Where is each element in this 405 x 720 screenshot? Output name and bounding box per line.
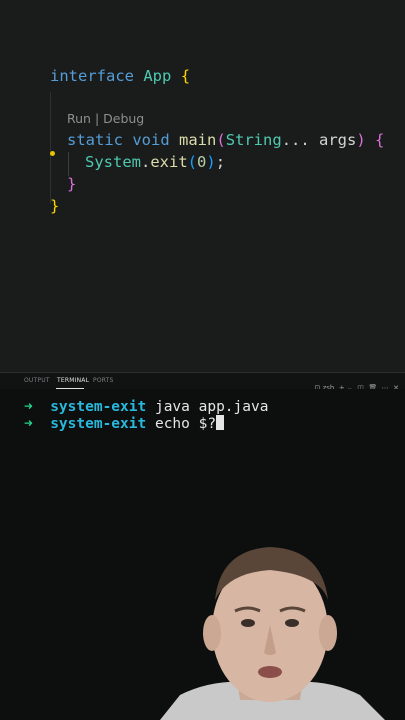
tab-ports[interactable]: PORTS [93,377,114,384]
presenter-webcam [140,535,405,720]
terminal-line-2: ➜ system-exit echo $? [24,415,225,433]
tab-terminal[interactable]: TERMINAL [57,377,89,384]
codelens-run-debug[interactable]: Run | Debug [67,111,144,126]
panel-tab-bar: OUTPUT TERMINAL PORTS ⊡ zsh + ⌄ ◫ 🗑 ⋯ ✕ [0,372,405,392]
terminal-cursor [216,415,225,430]
lightbulb-icon[interactable] [50,151,55,156]
tab-output[interactable]: OUTPUT [24,377,50,384]
terminal-line-1: ➜ system-exit java app.java [24,399,269,415]
code-line-4: } [67,175,77,193]
code-editor[interactable]: interface App { Run | Debug static void … [0,0,405,372]
indent-guide-active [68,152,69,176]
code-line-3: System.exit(0); [85,153,226,171]
code-line-1: interface App { [50,67,191,85]
code-line-2: static void main(String... args) { [67,131,385,149]
indent-guide [50,92,51,204]
code-line-5: } [50,197,60,215]
